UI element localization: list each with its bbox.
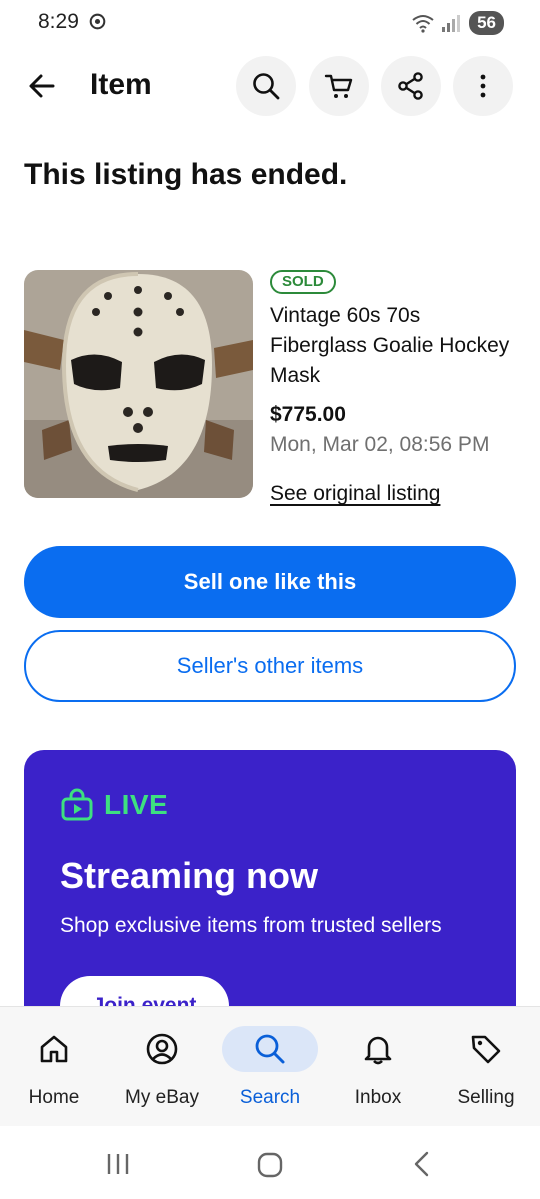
status-bar: 8:29 56 — [0, 0, 540, 46]
back-system-icon[interactable] — [408, 1150, 436, 1178]
arrow-left-icon — [29, 74, 55, 98]
bell-icon — [364, 1036, 392, 1065]
live-shopping-bag-icon — [61, 788, 93, 821]
home-icon — [40, 1035, 68, 1063]
account-icon — [146, 1033, 178, 1065]
nav-selling-label: Selling — [457, 1087, 515, 1108]
cart-icon — [324, 74, 353, 98]
nav-inbox-icon-wrap — [330, 1026, 426, 1072]
live-label: LIVE — [104, 789, 169, 820]
search-button[interactable] — [236, 56, 296, 116]
live-badge: LIVE — [60, 788, 168, 822]
item-title: Vintage 60s 70s Fiberglass Goalie Hockey… — [270, 304, 510, 387]
see-original-listing-link[interactable]: See original listing — [270, 482, 440, 506]
status-time: 8:29 — [38, 10, 79, 33]
live-heading: Streaming now — [60, 855, 319, 896]
item-price: $775.00 — [270, 403, 346, 426]
wifi-icon — [412, 15, 434, 33]
live-subtext: Shop exclusive items from trusted seller… — [60, 914, 442, 937]
signal-icon — [442, 15, 461, 32]
more-vertical-icon — [480, 74, 486, 98]
nav-my-ebay-icon-wrap — [114, 1026, 210, 1072]
recent-apps-icon[interactable] — [104, 1150, 132, 1178]
cart-button[interactable] — [309, 56, 369, 116]
nav-selling-icon-wrap — [438, 1026, 534, 1072]
search-icon — [255, 1034, 285, 1064]
share-icon — [398, 72, 423, 100]
nav-home-label: Home — [28, 1087, 80, 1108]
nav-my-ebay-label: My eBay — [125, 1087, 199, 1108]
sell-one-like-this-button[interactable]: Sell one like this — [24, 546, 516, 618]
page-title: Item — [90, 68, 152, 101]
battery-indicator: 56 — [469, 11, 504, 35]
listing-ended-heading: This listing has ended. — [24, 158, 348, 191]
more-options-button[interactable] — [453, 56, 513, 116]
nav-inbox-label: Inbox — [354, 1087, 402, 1108]
hockey-mask-image — [24, 270, 253, 498]
sellers-other-items-button[interactable]: Seller's other items — [24, 630, 516, 702]
system-navigation-bar — [0, 1126, 540, 1199]
back-button[interactable] — [20, 64, 64, 108]
share-button[interactable] — [381, 56, 441, 116]
nav-my-ebay[interactable]: My eBay — [108, 1007, 216, 1127]
nav-home[interactable]: Home — [0, 1007, 108, 1127]
home-system-icon[interactable] — [256, 1151, 284, 1179]
item-sold-date: Mon, Mar 02, 08:56 PM — [270, 433, 490, 456]
app-bar: Item — [0, 56, 540, 116]
nav-selling[interactable]: Selling — [432, 1007, 540, 1127]
nav-search[interactable]: Search — [216, 1007, 324, 1127]
nav-search-icon-wrap — [222, 1026, 318, 1072]
chrome-notification-icon — [89, 13, 106, 30]
nav-search-label: Search — [239, 1087, 301, 1108]
nav-inbox[interactable]: Inbox — [324, 1007, 432, 1127]
tag-icon — [471, 1035, 501, 1064]
sold-badge: SOLD — [270, 270, 336, 294]
bottom-navigation: Home My eBay Search Inbox Selling — [0, 1006, 540, 1126]
screen: 8:29 56 Item This listing has ended. SOL… — [0, 0, 540, 1199]
live-streaming-card[interactable]: LIVE Streaming now Shop exclusive items … — [24, 750, 516, 1050]
nav-home-icon-wrap — [6, 1026, 102, 1072]
search-icon — [253, 73, 280, 100]
status-indicators: 56 — [411, 11, 504, 35]
item-image[interactable] — [24, 270, 253, 498]
